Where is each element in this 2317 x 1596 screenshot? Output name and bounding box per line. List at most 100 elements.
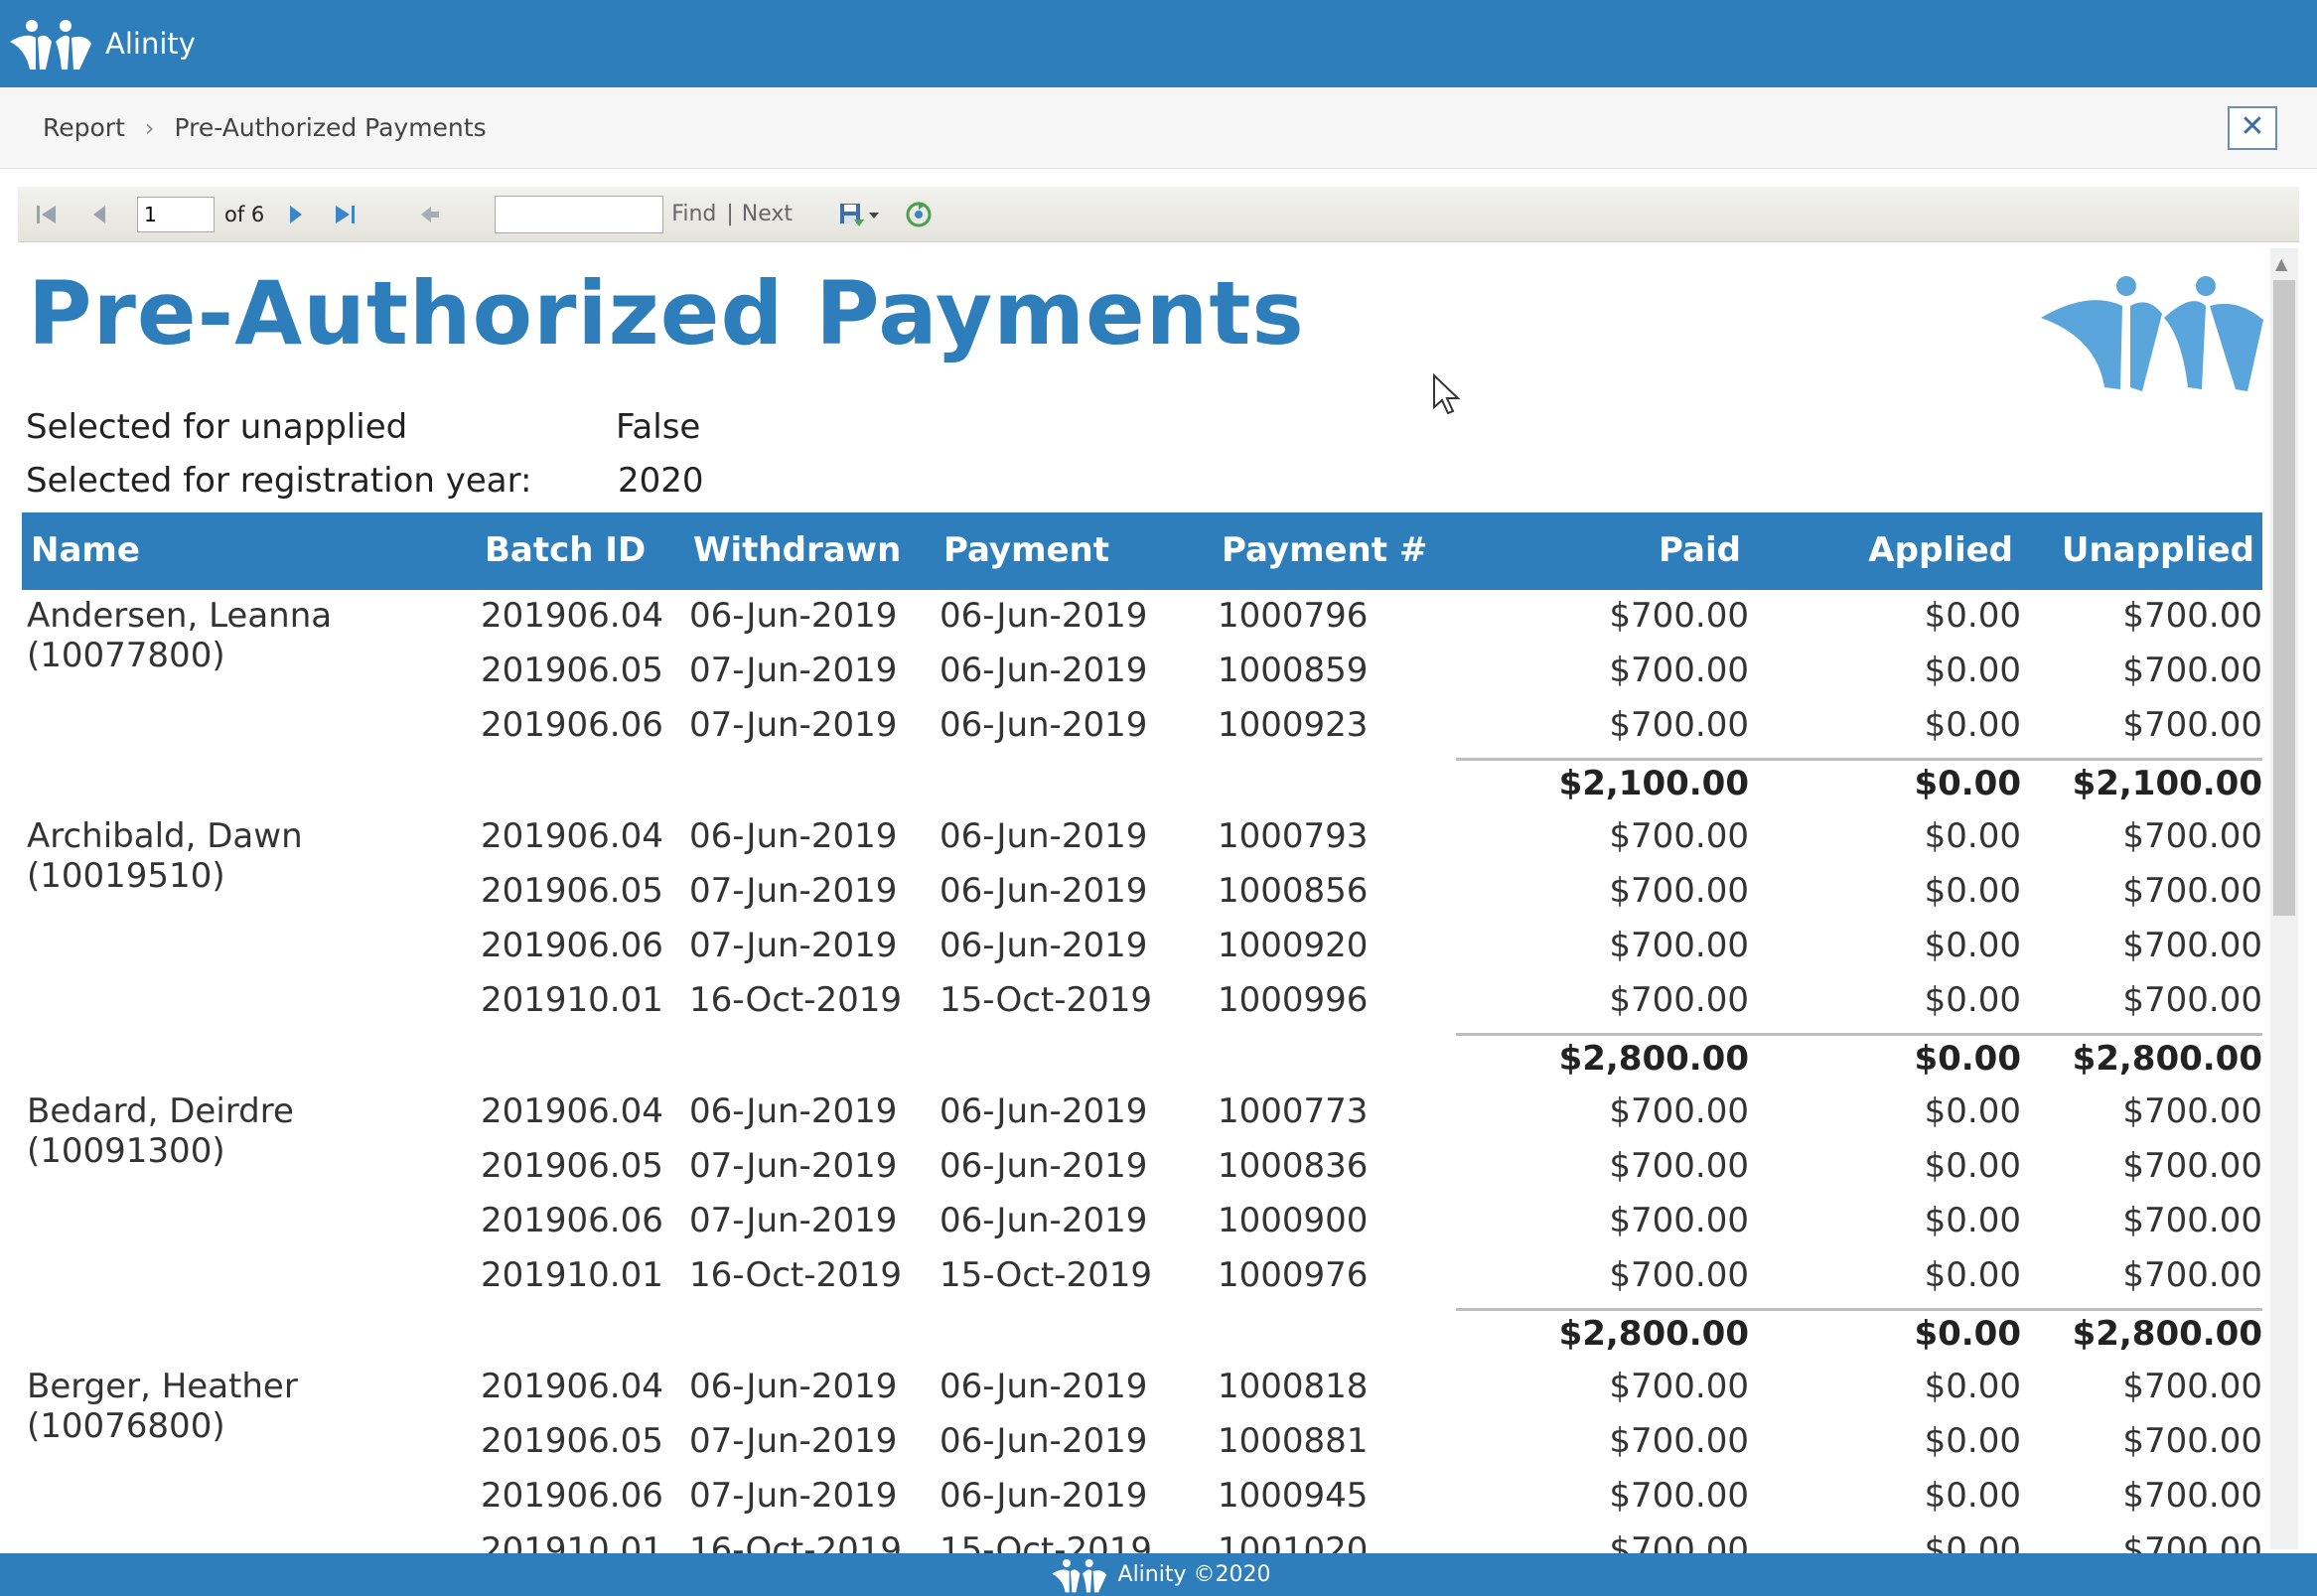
- payment-date: 15-Oct-2019: [940, 1530, 1153, 1553]
- param-value-year: 2020: [618, 461, 704, 501]
- unapplied-amount: $700.00: [2122, 1530, 2262, 1553]
- member-id: (10091300): [27, 1131, 225, 1171]
- col-unapplied: Unapplied: [2061, 530, 2254, 570]
- app-brand[interactable]: Alinity: [105, 27, 196, 61]
- breadcrumb-current: Pre-Authorized Payments: [174, 113, 487, 142]
- table-header: Name Batch ID Withdrawn Payment Payment …: [22, 512, 2262, 590]
- batch-id: 201906.04: [481, 1367, 663, 1406]
- payment-number: 1000996: [1218, 980, 1369, 1020]
- payment-number: 1000976: [1218, 1255, 1369, 1295]
- page-number-input[interactable]: [137, 196, 215, 232]
- withdrawn-date: 16-Oct-2019: [689, 1530, 903, 1553]
- param-label-unapplied: Selected for unapplied: [26, 407, 408, 447]
- paid-amount: $700.00: [1609, 1201, 1749, 1240]
- col-withdrawn: Withdrawn: [693, 530, 902, 570]
- applied-amount: $0.00: [1924, 1421, 2021, 1461]
- refresh-icon[interactable]: [904, 200, 934, 229]
- close-button[interactable]: ✕: [2228, 106, 2277, 150]
- payment-date: 06-Jun-2019: [940, 1091, 1148, 1131]
- subtotal-paid: $2,800.00: [1558, 1039, 1749, 1079]
- payment-date: 06-Jun-2019: [940, 1421, 1148, 1461]
- applied-amount: $0.00: [1924, 596, 2021, 636]
- paid-amount: $700.00: [1609, 980, 1749, 1020]
- unapplied-amount: $700.00: [2122, 1201, 2262, 1240]
- find-link[interactable]: Find: [671, 202, 716, 226]
- payment-number: 1000793: [1218, 816, 1369, 856]
- withdrawn-date: 07-Jun-2019: [689, 705, 898, 745]
- batch-id: 201910.01: [481, 1530, 663, 1553]
- close-icon: ✕: [2240, 109, 2265, 144]
- find-next-link[interactable]: Next: [742, 202, 793, 226]
- payment-number: 1000856: [1218, 871, 1369, 911]
- next-page-icon[interactable]: [280, 200, 310, 229]
- breadcrumb-report[interactable]: Report: [43, 113, 125, 142]
- save-icon[interactable]: [836, 200, 866, 229]
- col-payment: Payment: [943, 530, 1110, 570]
- payment-number: 1000859: [1218, 651, 1369, 690]
- unapplied-amount: $700.00: [2122, 1255, 2262, 1295]
- payment-number: 1000796: [1218, 596, 1369, 636]
- vertical-scrollbar[interactable]: ▲: [2270, 248, 2298, 1549]
- payment-number: 1000945: [1218, 1476, 1369, 1516]
- batch-id: 201906.06: [481, 705, 663, 745]
- last-page-icon[interactable]: [330, 200, 360, 229]
- batch-id: 201906.06: [481, 926, 663, 965]
- find-input[interactable]: [495, 195, 664, 233]
- withdrawn-date: 07-Jun-2019: [689, 1146, 898, 1186]
- back-icon[interactable]: [415, 200, 445, 229]
- param-label-year: Selected for registration year:: [26, 461, 532, 501]
- first-page-icon[interactable]: [32, 200, 62, 229]
- applied-amount: $0.00: [1924, 1367, 2021, 1406]
- unapplied-amount: $700.00: [2122, 596, 2262, 636]
- batch-id: 201906.05: [481, 651, 663, 690]
- batch-id: 201906.05: [481, 1421, 663, 1461]
- withdrawn-date: 07-Jun-2019: [689, 926, 898, 965]
- paid-amount: $700.00: [1609, 1255, 1749, 1295]
- payment-number: 1001020: [1218, 1530, 1369, 1553]
- payment-date: 06-Jun-2019: [940, 651, 1148, 690]
- col-paid: Paid: [1659, 530, 1741, 570]
- applied-amount: $0.00: [1924, 1255, 2021, 1295]
- dropdown-arrow-icon[interactable]: [866, 200, 882, 229]
- paid-amount: $700.00: [1609, 926, 1749, 965]
- batch-id: 201906.05: [481, 871, 663, 911]
- member-name: Bedard, Deirdre: [27, 1091, 294, 1131]
- applied-amount: $0.00: [1924, 980, 2021, 1020]
- payment-date: 06-Jun-2019: [940, 926, 1148, 965]
- paid-amount: $700.00: [1609, 1476, 1749, 1516]
- member-id: (10077800): [27, 636, 225, 675]
- subtotal-paid: $2,800.00: [1558, 1314, 1749, 1354]
- payment-number: 1000923: [1218, 705, 1369, 745]
- unapplied-amount: $700.00: [2122, 1476, 2262, 1516]
- alinity-logo-icon[interactable]: [6, 14, 93, 73]
- payment-date: 06-Jun-2019: [940, 1146, 1148, 1186]
- unapplied-amount: $700.00: [2122, 1146, 2262, 1186]
- payment-number: 1000900: [1218, 1201, 1369, 1240]
- batch-id: 201906.04: [481, 596, 663, 636]
- footer: Alinity ©2020: [0, 1553, 2317, 1596]
- payment-date: 06-Jun-2019: [940, 816, 1148, 856]
- unapplied-amount: $700.00: [2122, 1091, 2262, 1131]
- paid-amount: $700.00: [1609, 1146, 1749, 1186]
- batch-id: 201906.06: [481, 1476, 663, 1516]
- prev-page-icon[interactable]: [85, 200, 115, 229]
- payment-date: 15-Oct-2019: [940, 980, 1153, 1020]
- withdrawn-date: 06-Jun-2019: [689, 816, 898, 856]
- col-batch-id: Batch ID: [485, 530, 647, 570]
- subtotal-paid: $2,100.00: [1558, 764, 1749, 803]
- applied-amount: $0.00: [1924, 1201, 2021, 1240]
- subtotal-rule: [1456, 1033, 2262, 1036]
- paid-amount: $700.00: [1609, 596, 1749, 636]
- paid-amount: $700.00: [1609, 1091, 1749, 1131]
- member-name: Berger, Heather: [27, 1367, 298, 1406]
- applied-amount: $0.00: [1924, 926, 2021, 965]
- unapplied-amount: $700.00: [2122, 871, 2262, 911]
- batch-id: 201910.01: [481, 1255, 663, 1295]
- withdrawn-date: 07-Jun-2019: [689, 871, 898, 911]
- subtotal-unapplied: $2,100.00: [2072, 764, 2262, 803]
- scroll-up-icon[interactable]: ▲: [2275, 254, 2287, 273]
- report-title: Pre-Authorized Payments: [28, 262, 1305, 364]
- payment-number: 1000773: [1218, 1091, 1369, 1131]
- payment-number: 1000881: [1218, 1421, 1369, 1461]
- scrollbar-thumb[interactable]: [2273, 280, 2295, 916]
